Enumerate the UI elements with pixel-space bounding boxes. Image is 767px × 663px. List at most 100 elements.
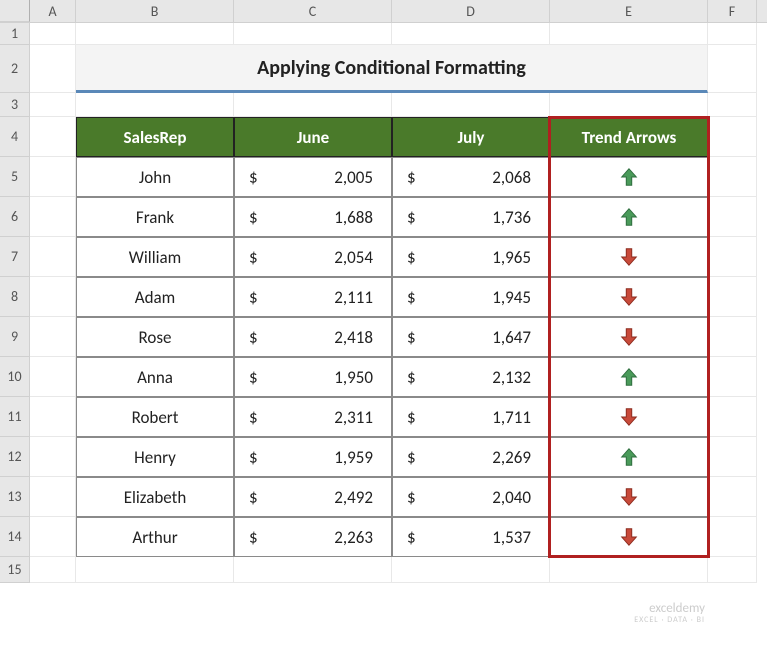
cell-june[interactable]: $1,959 [234,437,392,477]
cell-F15[interactable] [708,557,757,583]
cell-july[interactable]: $1,537 [392,517,550,557]
cell-june[interactable]: $2,263 [234,517,392,557]
cell-C15[interactable] [234,557,392,583]
cell-B1[interactable] [76,23,234,45]
cell-trend[interactable] [550,317,708,357]
cell-salesrep[interactable]: Henry [76,437,234,477]
cell-trend[interactable] [550,517,708,557]
cell-july[interactable]: $1,965 [392,237,550,277]
cell-trend[interactable] [550,397,708,437]
cell-D3[interactable] [392,93,550,117]
row-header-12[interactable]: 12 [0,437,30,477]
cell-B3[interactable] [76,93,234,117]
cell-trend[interactable] [550,357,708,397]
title-cell[interactable]: Applying Conditional Formatting [76,45,708,93]
header-salesrep[interactable]: SalesRep [76,117,234,157]
header-july[interactable]: July [392,117,550,157]
cell-june[interactable]: $1,950 [234,357,392,397]
cell-salesrep[interactable]: Robert [76,397,234,437]
col-header-C[interactable]: C [234,0,392,22]
cell-E15[interactable] [550,557,708,583]
col-header-E[interactable]: E [550,0,708,22]
header-trend[interactable]: Trend Arrows [550,117,708,157]
cell-D1[interactable] [392,23,550,45]
cell-salesrep[interactable]: Anna [76,357,234,397]
row-header-5[interactable]: 5 [0,157,30,197]
cell-july[interactable]: $2,269 [392,437,550,477]
cell-A15[interactable] [30,557,76,583]
row-header-3[interactable]: 3 [0,93,30,117]
cell-A8[interactable] [30,277,76,317]
cell-july[interactable]: $1,736 [392,197,550,237]
cell-F4[interactable] [708,117,757,157]
col-header-B[interactable]: B [76,0,234,22]
row-header-14[interactable]: 14 [0,517,30,557]
cell-salesrep[interactable]: Frank [76,197,234,237]
cell-A10[interactable] [30,357,76,397]
cell-june[interactable]: $2,054 [234,237,392,277]
row-header-10[interactable]: 10 [0,357,30,397]
cell-trend[interactable] [550,277,708,317]
cell-july[interactable]: $1,945 [392,277,550,317]
row-header-13[interactable]: 13 [0,477,30,517]
cell-C3[interactable] [234,93,392,117]
row-header-9[interactable]: 9 [0,317,30,357]
cell-june[interactable]: $2,311 [234,397,392,437]
cell-trend[interactable] [550,477,708,517]
cell-A2[interactable] [30,45,76,93]
cell-A1[interactable] [30,23,76,45]
cell-F3[interactable] [708,93,757,117]
cell-F7[interactable] [708,237,757,277]
cell-D15[interactable] [392,557,550,583]
cell-B15[interactable] [76,557,234,583]
cell-A14[interactable] [30,517,76,557]
cell-F5[interactable] [708,157,757,197]
cell-july[interactable]: $2,040 [392,477,550,517]
cell-trend[interactable] [550,157,708,197]
col-header-D[interactable]: D [392,0,550,22]
cell-F11[interactable] [708,397,757,437]
cell-trend[interactable] [550,237,708,277]
cell-july[interactable]: $1,647 [392,317,550,357]
cell-A4[interactable] [30,117,76,157]
header-june[interactable]: June [234,117,392,157]
cell-trend[interactable] [550,437,708,477]
cell-A11[interactable] [30,397,76,437]
cell-june[interactable]: $2,005 [234,157,392,197]
cell-july[interactable]: $2,132 [392,357,550,397]
cell-june[interactable]: $2,418 [234,317,392,357]
row-header-1[interactable]: 1 [0,23,30,45]
row-header-11[interactable]: 11 [0,397,30,437]
row-header-8[interactable]: 8 [0,277,30,317]
cell-june[interactable]: $2,111 [234,277,392,317]
cell-F12[interactable] [708,437,757,477]
cell-E1[interactable] [550,23,708,45]
col-header-A[interactable]: A [30,0,76,22]
row-header-15[interactable]: 15 [0,557,30,583]
cell-F1[interactable] [708,23,757,45]
cell-F9[interactable] [708,317,757,357]
cell-salesrep[interactable]: Rose [76,317,234,357]
row-header-7[interactable]: 7 [0,237,30,277]
cell-F8[interactable] [708,277,757,317]
cell-A6[interactable] [30,197,76,237]
row-header-6[interactable]: 6 [0,197,30,237]
cell-F14[interactable] [708,517,757,557]
cell-A13[interactable] [30,477,76,517]
select-all-corner[interactable] [0,0,30,22]
cell-trend[interactable] [550,197,708,237]
cell-C1[interactable] [234,23,392,45]
cell-A9[interactable] [30,317,76,357]
cell-july[interactable]: $1,711 [392,397,550,437]
cell-F10[interactable] [708,357,757,397]
cell-july[interactable]: $2,068 [392,157,550,197]
cell-salesrep[interactable]: Elizabeth [76,477,234,517]
cell-salesrep[interactable]: Arthur [76,517,234,557]
row-header-2[interactable]: 2 [0,45,30,93]
cell-A7[interactable] [30,237,76,277]
cell-F2[interactable] [708,45,757,93]
cell-A12[interactable] [30,437,76,477]
cell-F13[interactable] [708,477,757,517]
row-header-4[interactable]: 4 [0,117,30,157]
cell-A3[interactable] [30,93,76,117]
